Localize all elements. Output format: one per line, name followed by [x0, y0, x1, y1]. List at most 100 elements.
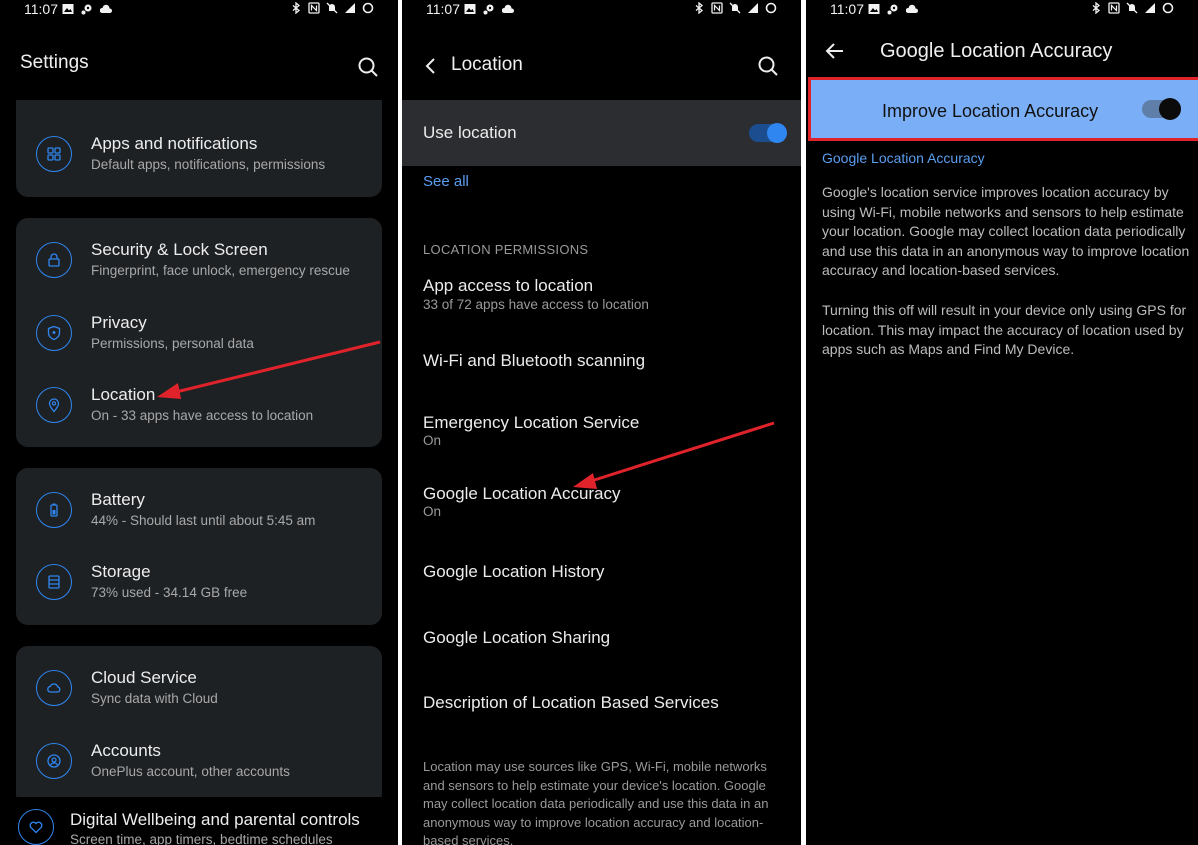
page-title: Settings [20, 52, 89, 73]
signal-icon [1145, 3, 1155, 13]
list-item-subtitle: 33 of 72 apps have access to location [423, 297, 649, 312]
settings-item-accounts[interactable]: Accounts OnePlus account, other accounts [16, 729, 382, 789]
nfc-icon [308, 2, 320, 14]
item-subtitle: On - 33 apps have access to location [91, 408, 314, 423]
item-subtitle: Permissions, personal data [91, 336, 254, 351]
battery-icon [362, 2, 374, 14]
toggle-knob [1159, 98, 1181, 120]
item-title: Digital Wellbeing and parental controls [70, 810, 360, 829]
list-item-title: Google Location Sharing [423, 628, 611, 647]
search-icon[interactable] [356, 55, 380, 79]
signal-icon [748, 3, 758, 13]
settings-item-storage[interactable]: Storage 73% used - 34.14 GB free [16, 550, 382, 610]
see-all-link[interactable]: See all [423, 173, 469, 190]
settings-card: Apps and notifications Default apps, not… [16, 100, 382, 197]
lock-icon [36, 242, 72, 278]
item-title: Location [91, 385, 156, 404]
arrow-left-icon[interactable] [823, 39, 847, 63]
heart-icon [18, 809, 54, 845]
settings-screen: 11:07 Settings Apps and notifications De… [0, 0, 398, 845]
battery-icon [765, 2, 777, 14]
page-title: Location [451, 54, 523, 75]
search-icon[interactable] [756, 54, 780, 78]
bluetooth-icon [292, 2, 301, 14]
item-subtitle: Screen time, app timers, bedtime schedul… [70, 832, 333, 845]
location-footer-text: Location may use sources like GPS, Wi-Fi… [423, 759, 769, 845]
storage-icon [36, 564, 72, 600]
account-icon [36, 743, 72, 779]
settings-item-digital-wellbeing[interactable]: Digital Wellbeing and parental controls … [0, 797, 398, 845]
list-item-subtitle: On [423, 504, 442, 519]
item-subtitle: 44% - Should last until about 5:45 am [91, 513, 316, 528]
image-icon [868, 4, 880, 14]
google-location-accuracy-screen: 11:07 Google Location Accuracy Improve L… [806, 0, 1198, 845]
settings-card: Security & Lock Screen Fingerprint, face… [16, 218, 382, 447]
description-paragraph: Google's location service improves locat… [822, 184, 1190, 279]
list-item-title: Google Location History [423, 562, 605, 581]
gear-icon [483, 4, 494, 15]
settings-item-privacy[interactable]: Privacy Permissions, personal data [16, 301, 382, 361]
toggle-knob [767, 123, 787, 143]
google-location-accuracy-link[interactable]: Google Location Accuracy [822, 150, 985, 166]
battery-icon [36, 492, 72, 528]
page-title: Google Location Accuracy [880, 40, 1113, 62]
item-title: Security & Lock Screen [91, 240, 268, 259]
location-pin-icon [36, 387, 72, 423]
battery-icon [1162, 2, 1174, 14]
use-location-label: Use location [423, 123, 517, 142]
item-subtitle: OnePlus account, other accounts [91, 764, 290, 779]
nfc-icon [1108, 2, 1120, 14]
system-icons [290, 2, 374, 14]
settings-item-apps[interactable]: Apps and notifications Default apps, not… [16, 122, 382, 182]
list-item-title: Description of Location Based Services [423, 693, 719, 712]
item-title: Battery [91, 490, 145, 509]
status-time: 11:07 [830, 1, 864, 17]
notification-icons [464, 3, 514, 15]
list-item-title: Wi-Fi and Bluetooth scanning [423, 351, 646, 370]
bluetooth-icon [1092, 2, 1101, 14]
item-title: Cloud Service [91, 668, 197, 687]
improve-location-accuracy-row[interactable]: Improve Location Accuracy [808, 77, 1198, 141]
list-item-subtitle: On [423, 433, 442, 448]
cloud-icon [906, 4, 918, 13]
item-title: Privacy [91, 313, 147, 332]
chevron-left-icon[interactable] [419, 54, 443, 78]
status-bar: 11:07 [402, 0, 801, 20]
item-subtitle: Fingerprint, face unlock, emergency resc… [91, 263, 350, 278]
item-subtitle: Sync data with Cloud [91, 691, 218, 706]
settings-item-cloud-service[interactable]: Cloud Service Sync data with Cloud [16, 656, 382, 716]
improve-location-accuracy-label: Improve Location Accuracy [882, 101, 1099, 121]
use-location-row[interactable]: Use location [402, 100, 801, 166]
image-icon [464, 4, 476, 14]
list-item-title: Google Location Accuracy [423, 484, 621, 503]
item-title: Storage [91, 562, 151, 581]
cloud-icon [100, 4, 112, 13]
system-icons [693, 2, 777, 14]
status-bar: 11:07 [806, 0, 1198, 20]
settings-item-location[interactable]: Location On - 33 apps have access to loc… [16, 373, 382, 433]
notification-icons [868, 3, 918, 15]
location-screen: 11:07 Location Use location See all LOCA… [402, 0, 801, 845]
signal-icon [345, 3, 355, 13]
gear-icon [887, 4, 898, 15]
system-icons [1090, 2, 1174, 14]
description-paragraph: Turning this off will result in your dev… [822, 302, 1187, 358]
nfc-icon [711, 2, 723, 14]
mute-icon [729, 2, 741, 14]
status-time: 11:07 [426, 1, 460, 17]
item-title: Apps and notifications [91, 134, 258, 153]
shield-icon [36, 315, 72, 351]
item-title: Accounts [91, 741, 161, 760]
cloud-icon [36, 670, 72, 706]
use-location-toggle[interactable] [749, 123, 787, 143]
settings-item-battery[interactable]: Battery 44% - Should last until about 5:… [16, 478, 382, 538]
mute-icon [326, 2, 338, 14]
status-time: 11:07 [24, 1, 58, 17]
improve-location-accuracy-toggle[interactable] [1142, 98, 1181, 120]
status-bar: 11:07 [0, 0, 398, 20]
cloud-icon [502, 4, 514, 13]
settings-item-security[interactable]: Security & Lock Screen Fingerprint, face… [16, 228, 382, 288]
list-item-title: App access to location [423, 276, 594, 295]
item-subtitle: 73% used - 34.14 GB free [91, 585, 248, 600]
image-icon [62, 4, 74, 14]
